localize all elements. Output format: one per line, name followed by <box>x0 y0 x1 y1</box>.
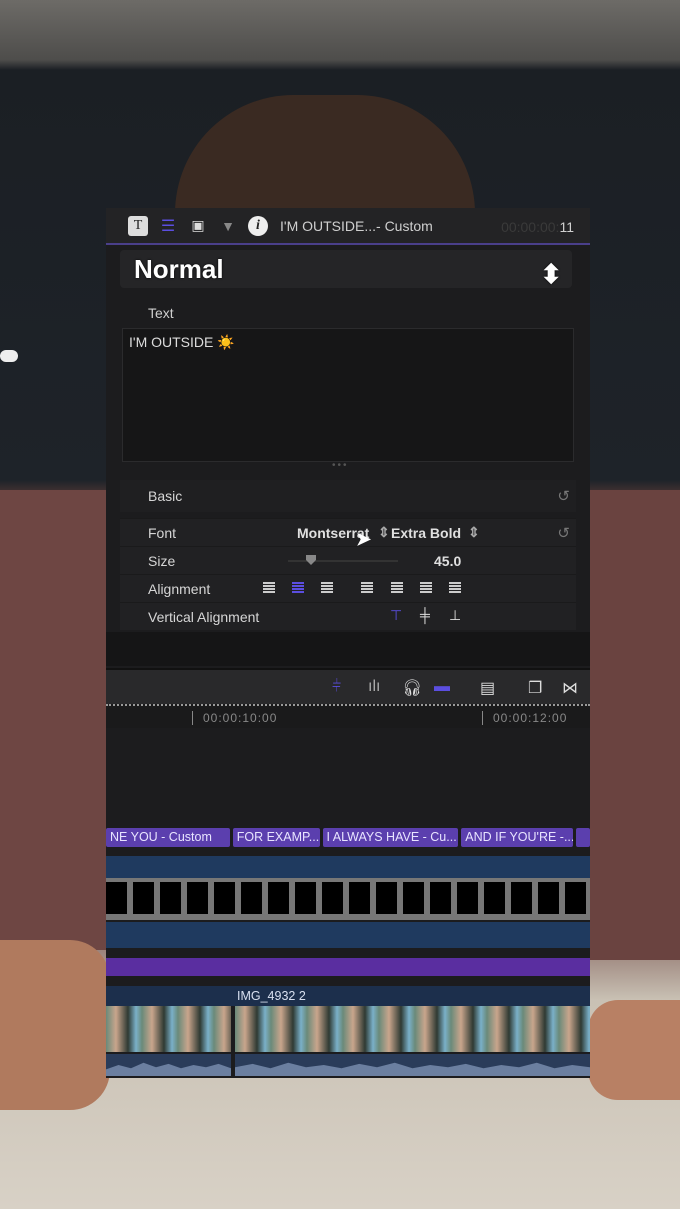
video-clip-thumbnails[interactable] <box>235 1006 590 1052</box>
snapping-icon[interactable]: ▬ <box>434 678 450 696</box>
size-row: Size 45.0 <box>120 546 576 574</box>
title-clip[interactable] <box>576 828 590 847</box>
audio-waveform[interactable] <box>235 1054 590 1076</box>
audio-skimming-icon[interactable]: ⫩ <box>332 678 341 696</box>
updown-icon: ⇕ <box>378 524 390 540</box>
background-light <box>0 350 18 362</box>
timeline-ruler[interactable]: 00:00:10:00 00:00:12:00 <box>106 704 590 728</box>
justify-center-icon[interactable] <box>391 582 403 594</box>
inspector-header: T ☰ ▣ ▼ i I'M OUTSIDE...- Custom 00:00:0… <box>106 208 590 245</box>
transitions-icon[interactable]: ⋈ <box>562 678 578 698</box>
text-section-label: Text <box>148 305 174 321</box>
align-right-icon[interactable] <box>321 582 333 594</box>
connected-clip-band[interactable] <box>106 922 590 948</box>
alignment-row: Alignment <box>120 574 576 602</box>
clip-appearance-icon[interactable]: ▤ <box>480 678 495 698</box>
inspector-title: I'M OUTSIDE...- Custom <box>280 217 433 234</box>
final-cut-panel: T ☰ ▣ ▼ i I'M OUTSIDE...- Custom 00:00:0… <box>106 208 590 1078</box>
background-hand <box>588 1000 680 1100</box>
valign-middle-icon[interactable]: ╪ <box>420 607 430 623</box>
filmstrip-clip[interactable] <box>106 878 590 920</box>
font-row: Font Montserrat ⇕ Extra Bold ⇕ ↺ ➤ <box>120 518 576 549</box>
purple-clip-band[interactable] <box>106 958 590 976</box>
slider-knob[interactable] <box>306 555 316 565</box>
audio-waveform[interactable] <box>106 1054 231 1076</box>
justify-full-icon[interactable] <box>449 582 461 594</box>
title-clip[interactable]: I ALWAYS HAVE - Cu... <box>322 828 459 847</box>
background-shirt <box>588 490 680 960</box>
valign-top-icon[interactable]: ⊤ <box>390 607 402 624</box>
divider <box>106 632 590 666</box>
basic-label: Basic <box>148 488 183 504</box>
font-weight-select[interactable]: Extra Bold <box>391 525 461 541</box>
index-icon[interactable]: ❐ <box>528 678 542 698</box>
text-input[interactable]: I'M OUTSIDE ☀️ <box>122 328 574 462</box>
basic-section-header[interactable]: Basic ↺ <box>120 480 576 512</box>
align-left-icon[interactable] <box>263 582 275 594</box>
justify-left-icon[interactable] <box>361 582 373 594</box>
info-icon[interactable]: i <box>248 215 268 236</box>
background-arm <box>0 940 110 1110</box>
video-inspector-icon[interactable]: ▣ <box>188 216 208 236</box>
reset-icon[interactable]: ↺ <box>557 487 570 505</box>
background-shirt <box>0 490 110 950</box>
updown-icon: ⇕ <box>468 524 480 540</box>
filter-icon[interactable]: ▼ <box>218 216 238 236</box>
headphones-icon[interactable]: 🎧︎ <box>402 678 422 698</box>
video-clip-thumbnails[interactable] <box>106 1006 231 1052</box>
size-value[interactable]: 45.0 <box>434 553 461 569</box>
title-clips-lane: NE YOU - Custom FOR EXAMP... I ALWAYS HA… <box>106 828 590 847</box>
preset-dropdown[interactable]: Normal ⬍ <box>120 250 572 289</box>
valign-bottom-icon[interactable]: ⊥ <box>449 607 461 624</box>
size-slider[interactable] <box>288 555 398 565</box>
timecode: 00:00:00:11 <box>501 219 574 235</box>
primary-storyline: IMG_4932 2 <box>106 986 590 1006</box>
video-clip-name: IMG_4932 2 <box>237 989 306 1003</box>
title-clip[interactable]: FOR EXAMP... <box>232 828 320 847</box>
reset-icon[interactable]: ↺ <box>557 524 570 542</box>
font-label: Font <box>148 524 177 541</box>
resize-handle[interactable]: ••• <box>332 460 349 471</box>
vertical-alignment-row: Vertical Alignment ⊤ ╪ ⊥ <box>120 602 576 630</box>
timeline-toolbar: ⫩ ılı 🎧︎ ▬ ▤ ❐ ⋈ <box>106 668 590 704</box>
ruler-time: 00:00:10:00 <box>192 711 277 725</box>
updown-chevron-icon: ⬍ <box>540 259 562 289</box>
text-inspector-icon[interactable]: T <box>128 215 148 236</box>
align-center-icon[interactable] <box>292 582 304 594</box>
title-clip[interactable]: AND IF YOU'RE -... <box>461 828 574 847</box>
waveform-icon[interactable]: ılı <box>368 678 380 696</box>
preset-label: Normal <box>134 253 224 284</box>
size-label: Size <box>148 552 176 569</box>
connected-clip-band[interactable] <box>106 856 590 878</box>
title-clip[interactable]: NE YOU - Custom <box>106 828 230 847</box>
alignment-label: Alignment <box>148 580 211 597</box>
vertical-alignment-label: Vertical Alignment <box>148 608 260 625</box>
justify-right-icon[interactable] <box>420 582 432 594</box>
text-tab-icon[interactable]: ☰ <box>158 216 178 236</box>
ruler-time: 00:00:12:00 <box>482 711 567 725</box>
